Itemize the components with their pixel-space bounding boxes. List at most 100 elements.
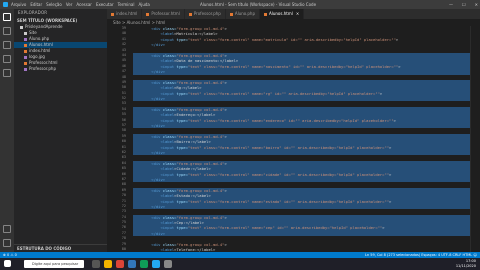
menu-item[interactable]: Executar bbox=[96, 0, 114, 9]
taskbar-clock[interactable]: 17:00 11/11/2020 bbox=[456, 259, 476, 269]
title-bar: Arquivo Editar Seleção Ver Acessar Executar Te… bbox=[0, 0, 480, 9]
code-token: <label bbox=[160, 31, 175, 37]
chrome-icon[interactable] bbox=[116, 260, 124, 268]
code-token: <label bbox=[160, 220, 175, 226]
tab-label: Aluno.php bbox=[234, 11, 256, 16]
code-token: <input bbox=[160, 198, 175, 204]
code-token: type= bbox=[174, 171, 188, 177]
editor-tab[interactable]: Aluno.php bbox=[225, 9, 261, 19]
breadcrumb[interactable]: Site > Alunos.html > html bbox=[107, 19, 480, 26]
explorer-icon[interactable] bbox=[3, 13, 11, 21]
taskbar-search-input[interactable]: Digite aqui para pesquisar bbox=[24, 260, 84, 268]
code-token: "text" class="form-control" name="cep" i… bbox=[187, 225, 383, 231]
code-token: > bbox=[382, 225, 385, 231]
source-control-icon[interactable] bbox=[3, 41, 11, 49]
menu-item[interactable]: Ajuda bbox=[139, 0, 150, 9]
code-token: "text" class="form-control" name="cidade… bbox=[187, 171, 390, 177]
code-token: "form-group col-md-4" bbox=[176, 133, 225, 139]
html-file-icon bbox=[24, 43, 27, 47]
task-view-icon[interactable] bbox=[92, 260, 100, 268]
html-file-icon bbox=[24, 49, 27, 53]
code-token: > bbox=[395, 36, 399, 42]
minimize-icon[interactable]: — bbox=[449, 0, 453, 9]
code-token: class= bbox=[160, 133, 177, 139]
code-token: > bbox=[389, 144, 392, 150]
code-token: <input bbox=[160, 225, 175, 231]
code-token: "form-group col-md-4" bbox=[176, 26, 225, 31]
account-icon[interactable] bbox=[3, 225, 11, 233]
store-icon[interactable] bbox=[140, 260, 148, 268]
file-explorer-icon[interactable] bbox=[104, 260, 112, 268]
code-token: </div> bbox=[151, 230, 166, 236]
outline-section[interactable]: ESTRUTURA DO CÓDIGO bbox=[14, 244, 107, 252]
menu-item[interactable]: Seleção bbox=[46, 0, 62, 9]
windows-taskbar: Digite aqui para pesquisar 17:00 11/11/2… bbox=[0, 258, 480, 270]
editor-tab[interactable]: Alunos.html × bbox=[260, 9, 305, 19]
code-token: "form-group col-md-4" bbox=[176, 106, 225, 112]
code-editor[interactable]: 39 40 41 42 43 44 45 46 47 48 49 50 51 52 53 54 55 56 57 58… bbox=[107, 26, 480, 252]
code-token: "text" class="form-control" name="endere… bbox=[187, 117, 394, 123]
editor-tab[interactable]: Professor.html bbox=[142, 9, 185, 19]
menu-item[interactable]: Ver bbox=[66, 0, 73, 9]
menu-item[interactable]: Editar bbox=[30, 0, 42, 9]
extensions-icon[interactable] bbox=[3, 69, 11, 77]
code-token: > bbox=[224, 52, 227, 58]
tab-label: index.html bbox=[116, 11, 138, 16]
code-token: <label bbox=[160, 166, 175, 172]
code-token: </div> bbox=[151, 149, 166, 155]
code-token: "text" class="form-control" name="matric… bbox=[187, 36, 396, 42]
run-debug-icon[interactable] bbox=[3, 55, 11, 63]
menu-item[interactable]: Terminal bbox=[118, 0, 135, 9]
file-tree-item[interactable]: Professor.php bbox=[14, 66, 107, 72]
file-type-icon bbox=[188, 12, 192, 16]
close-icon[interactable]: ✕ bbox=[475, 0, 478, 9]
search-icon[interactable] bbox=[3, 27, 11, 35]
code-token: class= bbox=[160, 241, 177, 247]
code-token: > bbox=[398, 63, 401, 69]
folder-icon bbox=[24, 31, 27, 35]
code-token: "text" class="form-control" name="rg" id… bbox=[187, 90, 380, 96]
file-tree-label: Professor.html bbox=[29, 60, 58, 65]
window-controls: — ☐ ✕ bbox=[449, 0, 478, 9]
code-token: type= bbox=[174, 63, 188, 69]
close-tab-icon[interactable]: × bbox=[296, 11, 299, 16]
file-tree-label: Professor.php bbox=[29, 66, 56, 71]
menu-item[interactable]: Acessar bbox=[76, 0, 92, 9]
code-token: "text" class="form-control" name="nascim… bbox=[187, 63, 399, 69]
windows-start-icon[interactable] bbox=[4, 260, 11, 267]
code-token: class= bbox=[160, 106, 177, 112]
editor-tab[interactable]: Professor.php bbox=[184, 9, 226, 19]
file-tree-label: PrisleyandAprende bbox=[25, 24, 63, 29]
gear-icon[interactable] bbox=[3, 239, 11, 247]
editor-tab[interactable]: index.html bbox=[107, 9, 143, 19]
code-token: > bbox=[224, 241, 227, 247]
code-token: class= bbox=[160, 160, 177, 166]
workspace-section[interactable]: SEM TÍTULO (WORKSPACE) bbox=[14, 17, 107, 24]
vscode-taskbar-icon[interactable] bbox=[152, 260, 160, 268]
file-tree-label: Site bbox=[29, 30, 37, 35]
clock-date: 11/11/2020 bbox=[455, 264, 476, 268]
code-area[interactable]: <div class="form-group col-md-4"> <label… bbox=[133, 26, 473, 252]
code-token: "text" class="form-control" name="bairro… bbox=[187, 144, 390, 150]
minimap[interactable] bbox=[470, 26, 480, 252]
maximize-icon[interactable]: ☐ bbox=[462, 0, 466, 9]
code-token: <label bbox=[160, 139, 175, 145]
code-token: > bbox=[224, 133, 227, 139]
code-token: class= bbox=[160, 187, 177, 193]
code-token: <input bbox=[160, 36, 175, 42]
edge-icon[interactable] bbox=[128, 260, 136, 268]
code-token: >Bairro:</label> bbox=[174, 139, 211, 145]
tab-label: Professor.html bbox=[151, 11, 180, 16]
menu-item[interactable]: Arquivo bbox=[11, 0, 26, 9]
app-taskbar-icon[interactable] bbox=[164, 260, 172, 268]
